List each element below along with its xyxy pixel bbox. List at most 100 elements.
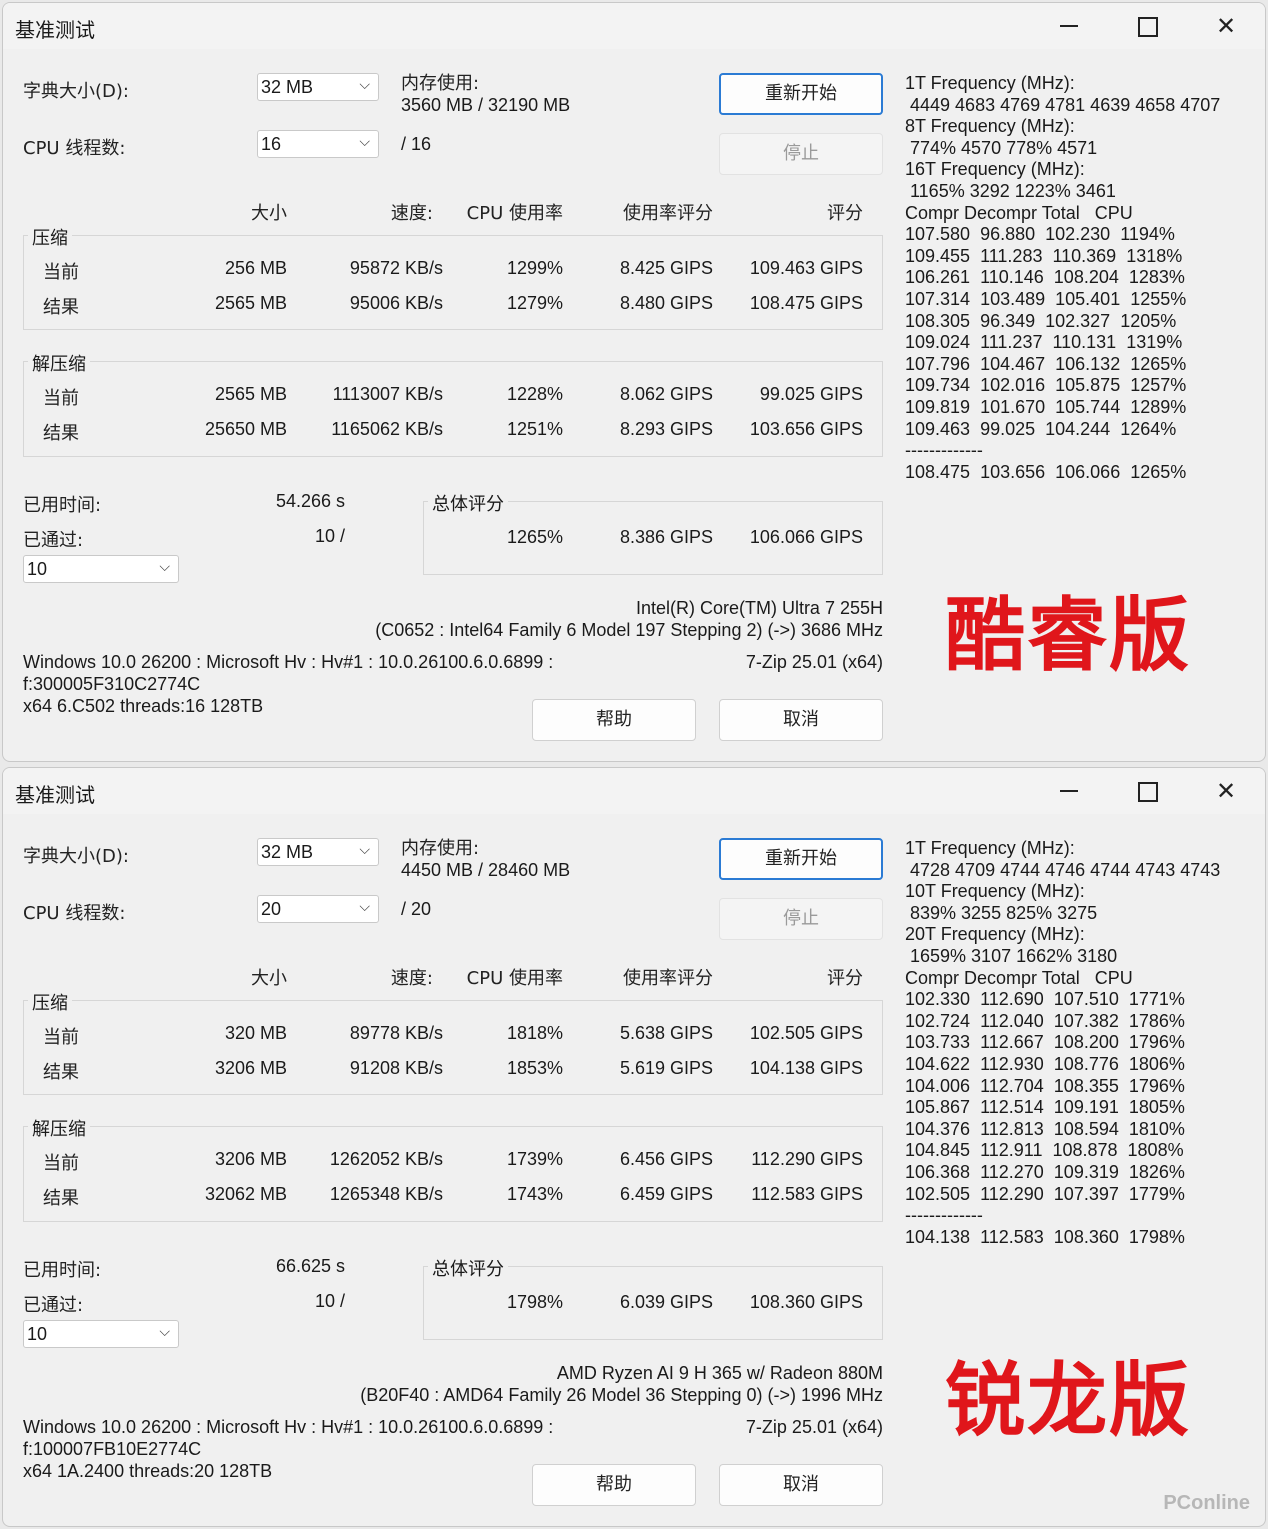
- row-rating: 103.656 GIPS: [749, 419, 863, 439]
- total-cpu-usage: 1798%: [506, 1292, 563, 1312]
- row-label: 结果: [43, 1188, 79, 1209]
- decompress-group-title: 解压缩: [28, 350, 90, 376]
- log-line: -------------: [905, 1205, 983, 1226]
- header-size: 大小: [251, 203, 287, 224]
- log-line: 1165% 3292 1223% 3461: [905, 180, 1116, 201]
- version-label: 7-Zip 25.01 (x64): [745, 1417, 883, 1437]
- decompress-group: 解压缩: [23, 350, 883, 457]
- decompress-group: 解压缩: [23, 1115, 883, 1222]
- row-speed: 1265348 KB/s: [329, 1184, 443, 1204]
- chevron-down-icon: ⌵: [359, 77, 370, 93]
- stop-button[interactable]: 停止: [719, 133, 883, 175]
- log-line: 106.261 110.146 108.204 1283%: [905, 267, 1185, 288]
- passes-select-value: 10: [27, 559, 48, 579]
- frequency-log-panel: 1T Frequency (MHz): 4728 4709 4744 4746 …: [905, 838, 1220, 1248]
- dictionary-size-select[interactable]: 32 MB ⌵: [257, 73, 379, 101]
- minimize-button[interactable]: [1047, 774, 1091, 808]
- cancel-button[interactable]: 取消: [719, 1464, 883, 1506]
- window-title: 基准测试: [15, 783, 95, 807]
- restart-button[interactable]: 重新开始: [719, 73, 883, 115]
- edition-label: 锐龙版: [945, 1354, 1191, 1447]
- log-line: 104.138 112.583 108.360 1798%: [905, 1226, 1185, 1247]
- log-line: 109.024 111.237 110.131 1319%: [905, 332, 1183, 353]
- maximize-button[interactable]: [1125, 774, 1169, 808]
- compress-group: 压缩: [23, 224, 883, 330]
- header-size: 大小: [251, 968, 287, 989]
- close-button[interactable]: ✕: [1204, 774, 1248, 808]
- row-usage-rating: 8.425 GIPS: [619, 258, 713, 278]
- row-label: 结果: [43, 1062, 79, 1083]
- row-label: 当前: [43, 1027, 79, 1048]
- row-rating: 112.290 GIPS: [751, 1149, 863, 1169]
- passed-label: 已通过:: [23, 530, 84, 551]
- chevron-down-icon: ⌵: [359, 842, 370, 858]
- header-speed: 速度:: [390, 203, 433, 224]
- compress-group: 压缩: [23, 989, 883, 1095]
- log-line: 105.867 112.514 109.191 1805%: [905, 1097, 1185, 1118]
- log-line: 103.733 112.667 108.200 1796%: [905, 1032, 1185, 1053]
- row-rating: 112.583 GIPS: [751, 1184, 863, 1204]
- total-rating: 106.066 GIPS: [749, 527, 863, 547]
- row-cpu-usage: 1743%: [506, 1184, 563, 1204]
- row-size: 25650 MB: [204, 419, 287, 439]
- title-bar[interactable]: 基准测试 ✕: [3, 768, 1265, 814]
- log-line: 1659% 3107 1662% 3180: [905, 945, 1118, 966]
- help-button[interactable]: 帮助: [532, 1464, 696, 1506]
- close-button[interactable]: ✕: [1204, 9, 1248, 43]
- cpu-threads-select[interactable]: 20 ⌵: [257, 895, 379, 923]
- minimize-button[interactable]: [1047, 9, 1091, 43]
- header-rating: 评分: [827, 203, 863, 224]
- help-button[interactable]: 帮助: [532, 699, 696, 741]
- log-line: 106.368 112.270 109.319 1826%: [905, 1161, 1185, 1182]
- decompress-group-title: 解压缩: [28, 1115, 90, 1141]
- cpu-threads-value: 20: [261, 899, 282, 919]
- log-line: 102.330 112.690 107.510 1771%: [905, 989, 1185, 1010]
- cpu-threads-select[interactable]: 16 ⌵: [257, 130, 379, 158]
- row-speed: 1262052 KB/s: [329, 1149, 443, 1169]
- total-rating-title: 总体评分: [428, 490, 508, 516]
- log-line: 4728 4709 4744 4746 4744 4743 4743: [905, 859, 1221, 880]
- log-line: 104.376 112.813 108.594 1810%: [905, 1118, 1185, 1139]
- frequency-log-panel: 1T Frequency (MHz): 4449 4683 4769 4781 …: [905, 73, 1220, 483]
- stop-button[interactable]: 停止: [719, 898, 883, 940]
- title-bar[interactable]: 基准测试 ✕: [3, 3, 1265, 49]
- cancel-button[interactable]: 取消: [719, 699, 883, 741]
- row-cpu-usage: 1251%: [506, 419, 563, 439]
- row-cpu-usage: 1279%: [506, 293, 563, 313]
- benchmark-window-amd: 基准测试 ✕ 字典大小(D): 32 MB ⌵ CPU 线程数: 20 ⌵ / …: [2, 767, 1266, 1527]
- cpu-detail: (C0652 : Intel64 Family 6 Model 197 Step…: [375, 620, 883, 640]
- row-size: 256 MB: [224, 258, 287, 278]
- os-info-line1: Windows 10.0 26200 : Microsoft Hv : Hv#1…: [23, 1417, 554, 1437]
- log-line: 774% 4570 778% 4571: [905, 137, 1098, 158]
- log-line: 4449 4683 4769 4781 4639 4658 4707: [905, 94, 1221, 115]
- memory-usage-value: 3560 MB / 32190 MB: [401, 95, 571, 115]
- elapsed-time-label: 已用时间:: [23, 495, 102, 516]
- dictionary-size-select[interactable]: 32 MB ⌵: [257, 838, 379, 866]
- row-label: 当前: [43, 388, 79, 409]
- passed-value: 10 /: [314, 526, 345, 546]
- cpu-name: Intel(R) Core(TM) Ultra 7 255H: [635, 598, 883, 618]
- passes-select-value: 10: [27, 1324, 48, 1344]
- row-speed: 1113007 KB/s: [332, 384, 443, 404]
- os-info-line1: Windows 10.0 26200 : Microsoft Hv : Hv#1…: [23, 652, 554, 672]
- row-size: 2565 MB: [214, 293, 287, 313]
- log-line: 104.006 112.704 108.355 1796%: [905, 1075, 1185, 1096]
- passes-select[interactable]: 10 ⌵: [23, 1320, 179, 1348]
- edition-label: 酷睿版: [945, 589, 1191, 682]
- passes-select[interactable]: 10 ⌵: [23, 555, 179, 583]
- maximize-button[interactable]: [1125, 9, 1169, 43]
- row-usage-rating: 6.456 GIPS: [619, 1149, 713, 1169]
- row-rating: 104.138 GIPS: [749, 1058, 863, 1078]
- restart-button[interactable]: 重新开始: [719, 838, 883, 880]
- log-line: 109.455 111.283 110.369 1318%: [905, 245, 1183, 266]
- threads-max: / 20: [401, 899, 432, 919]
- elapsed-time-value: 66.625 s: [275, 1256, 345, 1276]
- header-rating: 评分: [827, 968, 863, 989]
- row-usage-rating: 8.480 GIPS: [619, 293, 713, 313]
- row-usage-rating: 8.062 GIPS: [619, 384, 713, 404]
- os-info-line3: x64 6.C502 threads:16 128TB: [23, 696, 264, 716]
- header-usage-rating: 使用率评分: [623, 968, 713, 989]
- header-speed: 速度:: [390, 968, 433, 989]
- row-cpu-usage: 1818%: [506, 1023, 563, 1043]
- elapsed-time-value: 54.266 s: [275, 491, 345, 511]
